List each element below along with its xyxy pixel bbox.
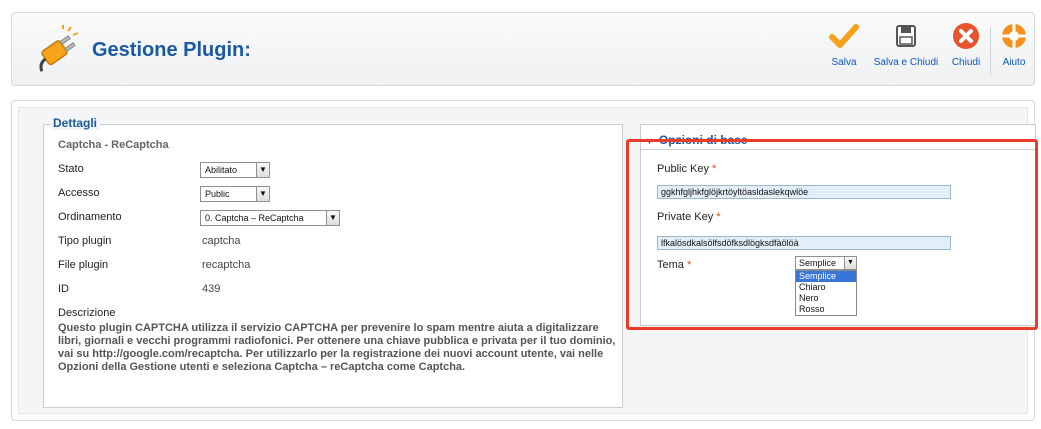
tema-option-rosso[interactable]: Rosso: [796, 304, 856, 315]
ordinamento-select-value: 0. Captcha – ReCaptcha: [205, 213, 304, 223]
page: Gestione Plugin: Salva Salva e Chiudi Ch…: [0, 0, 1041, 429]
main-content: Dettagli Captcha - ReCaptcha Stato Abili…: [11, 100, 1036, 421]
close-button-label: Chiudi: [951, 57, 981, 68]
chevron-down-icon: ▼: [256, 163, 269, 177]
help-button[interactable]: Aiuto: [996, 21, 1032, 81]
main-inner: Dettagli Captcha - ReCaptcha Stato Abili…: [18, 107, 1036, 414]
accesso-select[interactable]: Public ▼: [200, 186, 270, 202]
toolbar: Gestione Plugin: Salva Salva e Chiudi Ch…: [11, 12, 1035, 86]
tipo-plugin-value: captcha: [202, 235, 241, 247]
tema-label-text: Tema: [657, 259, 684, 271]
close-icon: [953, 23, 979, 49]
tipo-plugin-label: Tipo plugin: [58, 235, 112, 247]
ordinamento-select[interactable]: 0. Captcha – ReCaptcha ▼: [200, 210, 340, 226]
chevron-down-icon: ▼: [844, 257, 856, 269]
save-close-icon: [896, 25, 916, 47]
details-legend: Dettagli: [50, 116, 101, 130]
tema-dropdown-list: Semplice Chiaro Nero Rosso: [795, 270, 857, 316]
tema-select[interactable]: Semplice ▼: [795, 256, 857, 270]
save-and-close-button[interactable]: Salva e Chiudi: [870, 21, 942, 81]
private-key-label: Private Key *: [657, 211, 721, 223]
file-plugin-label: File plugin: [58, 259, 109, 271]
triangle-down-icon: ▼: [645, 136, 654, 146]
details-fieldset: Dettagli Captcha - ReCaptcha Stato Abili…: [43, 116, 623, 408]
public-key-label: Public Key *: [657, 163, 716, 175]
required-marker: *: [712, 163, 717, 175]
accesso-label: Accesso: [58, 187, 100, 199]
stato-label: Stato: [58, 163, 84, 175]
basic-options-toggle[interactable]: ▼ Opzioni di base: [645, 133, 748, 147]
toolbar-divider: [990, 27, 991, 75]
file-plugin-value: recaptcha: [202, 259, 251, 271]
basic-options-panel: ▼ Opzioni di base Public Key * ggkhfgljhk…: [640, 124, 1036, 326]
chevron-down-icon: ▼: [256, 187, 269, 201]
public-key-label-text: Public Key: [657, 163, 709, 175]
divider: [641, 149, 1035, 150]
save-and-close-button-label: Salva e Chiudi: [873, 57, 939, 68]
checkmark-icon: [829, 24, 859, 48]
plugin-description: Questo plugin CAPTCHA utilizza il serviz…: [58, 322, 616, 373]
required-marker: *: [716, 211, 721, 223]
public-key-input[interactable]: ggkhfgljhkfglöjkrtöyltöasldaslekqwlöe: [657, 185, 951, 199]
private-key-label-text: Private Key: [657, 211, 714, 223]
descrizione-label: Descrizione: [58, 307, 116, 319]
tema-option-chiaro[interactable]: Chiaro: [796, 282, 856, 293]
id-value: 439: [202, 283, 221, 295]
required-marker: *: [686, 259, 692, 271]
plugin-plug-icon: [39, 25, 79, 72]
private-key-input[interactable]: lfkalösdkalsölfsdöfksdlögksdfàölöà: [657, 236, 951, 250]
close-button[interactable]: Chiudi: [946, 21, 986, 81]
plugin-name: Captcha - ReCaptcha: [58, 139, 169, 151]
save-button-label: Salva: [831, 57, 857, 68]
help-lifebuoy-icon: [1002, 24, 1026, 48]
ordinamento-label: Ordinamento: [58, 211, 122, 223]
basic-options-title: Opzioni di base: [658, 133, 748, 147]
stato-select[interactable]: Abilitato ▼: [200, 162, 270, 178]
accesso-select-value: Public: [205, 189, 230, 199]
page-title: Gestione Plugin:: [92, 39, 251, 61]
tema-label: Tema *: [657, 259, 691, 271]
help-button-label: Aiuto: [1002, 57, 1026, 68]
id-label: ID: [58, 283, 69, 295]
chevron-down-icon: ▼: [326, 211, 339, 225]
tema-option-nero[interactable]: Nero: [796, 293, 856, 304]
tema-select-value: Semplice: [799, 258, 837, 268]
save-button[interactable]: Salva: [824, 21, 864, 81]
tema-option-semplice[interactable]: Semplice: [796, 271, 856, 282]
stato-select-value: Abilitato: [205, 165, 238, 175]
